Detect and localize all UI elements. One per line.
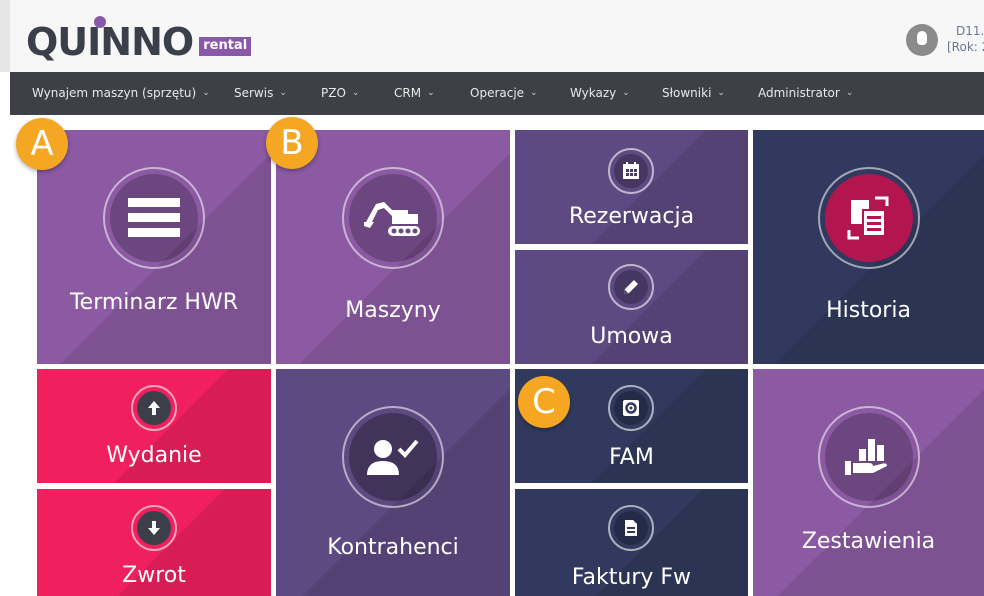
menu-wykazy[interactable]: Wykazy ⌄ [570, 86, 630, 100]
menu-label: Wynajem maszyn (sprzętu) [32, 86, 197, 100]
tile-label: Historia [826, 298, 911, 323]
tile-zestawienia[interactable]: Zestawienia [753, 369, 984, 596]
menu-wynajem-maszyn[interactable]: Wynajem maszyn (sprzętu) ⌄ [32, 86, 210, 100]
marker-c: C [518, 376, 570, 428]
chevron-down-icon: ⌄ [717, 88, 725, 98]
list-icon [103, 167, 205, 269]
menu-administrator[interactable]: Administrator ⌄ [758, 86, 853, 100]
tile-label: Terminarz HWR [69, 290, 239, 315]
marker-a: A [16, 118, 68, 170]
menu-label: Operacje [470, 86, 525, 100]
document-exchange-icon [818, 167, 920, 269]
chevron-down-icon: ⌄ [622, 88, 630, 98]
arrow-up-icon [131, 385, 177, 431]
chevron-down-icon: ⌄ [427, 88, 435, 98]
header: QUINNO rental D11.U [Rok: 20 [0, 0, 984, 72]
menu-operacje[interactable]: Operacje ⌄ [470, 86, 538, 100]
menu-pzo[interactable]: PZO ⌄ [321, 86, 359, 100]
chevron-down-icon: ⌄ [279, 88, 287, 98]
chevron-down-icon: ⌄ [845, 88, 854, 98]
tile-umowa[interactable]: Umowa [515, 250, 748, 364]
marker-b: B [266, 117, 318, 169]
tile-rezerwacja[interactable]: Rezerwacja [515, 130, 748, 244]
menu-label: PZO [321, 86, 346, 100]
logo-dot [94, 16, 106, 28]
tile-label: Wydanie [106, 443, 202, 468]
logo-badge: rental [199, 37, 252, 56]
menu-label: Administrator [758, 86, 840, 100]
user-year[interactable]: [Rok: 20 [947, 40, 984, 54]
arrow-down-icon [131, 505, 177, 551]
menu-crm[interactable]: CRM ⌄ [394, 86, 435, 100]
tile-label: Umowa [590, 324, 673, 349]
tile-kontrahenci[interactable]: Kontrahenci [276, 369, 510, 596]
document-icon [608, 505, 654, 551]
tile-label: Zestawienia [801, 529, 936, 554]
menu-label: CRM [394, 86, 422, 100]
chart-hand-icon [818, 406, 920, 508]
tile-label: Zwrot [122, 563, 186, 588]
chevron-down-icon: ⌄ [530, 88, 538, 98]
quinno-logo[interactable]: QUINNO rental [26, 16, 252, 64]
menu-label: Słowniki [662, 86, 712, 100]
tile-label: FAM [609, 445, 654, 470]
logo-wordmark: QUINNO [26, 16, 194, 64]
chevron-down-icon: ⌄ [351, 88, 360, 98]
tile-wydanie[interactable]: Wydanie [37, 369, 271, 483]
user-name[interactable]: D11.U [956, 24, 984, 38]
excavator-icon [342, 167, 444, 269]
tile-label: Kontrahenci [327, 535, 459, 560]
tile-maszyny[interactable]: Maszyny [276, 130, 510, 364]
chevron-down-icon: ⌄ [202, 88, 210, 98]
main-menu-bar: Wynajem maszyn (sprzętu) ⌄ Serwis ⌄ PZO ⌄ C… [10, 72, 984, 115]
menu-slowniki[interactable]: Słowniki ⌄ [662, 86, 725, 100]
pencil-icon [608, 264, 654, 310]
tile-zwrot[interactable]: Zwrot [37, 489, 271, 596]
user-check-icon [342, 406, 444, 508]
tile-faktury-fw[interactable]: Faktury Fw [515, 489, 748, 596]
tile-label: Rezerwacja [568, 204, 695, 229]
tile-label: Maszyny [345, 298, 441, 323]
calendar-icon [608, 148, 654, 194]
gear-icon [608, 385, 654, 431]
menu-serwis[interactable]: Serwis ⌄ [234, 86, 287, 100]
user-avatar[interactable] [906, 24, 938, 56]
menu-label: Wykazy [570, 86, 617, 100]
tile-label: Faktury Fw [571, 565, 692, 590]
logo-text: QUINNO [26, 20, 194, 64]
tile-terminarz-hwr[interactable]: Terminarz HWR [37, 130, 271, 364]
menu-label: Serwis [234, 86, 274, 100]
tile-historia[interactable]: Historia [753, 130, 984, 364]
